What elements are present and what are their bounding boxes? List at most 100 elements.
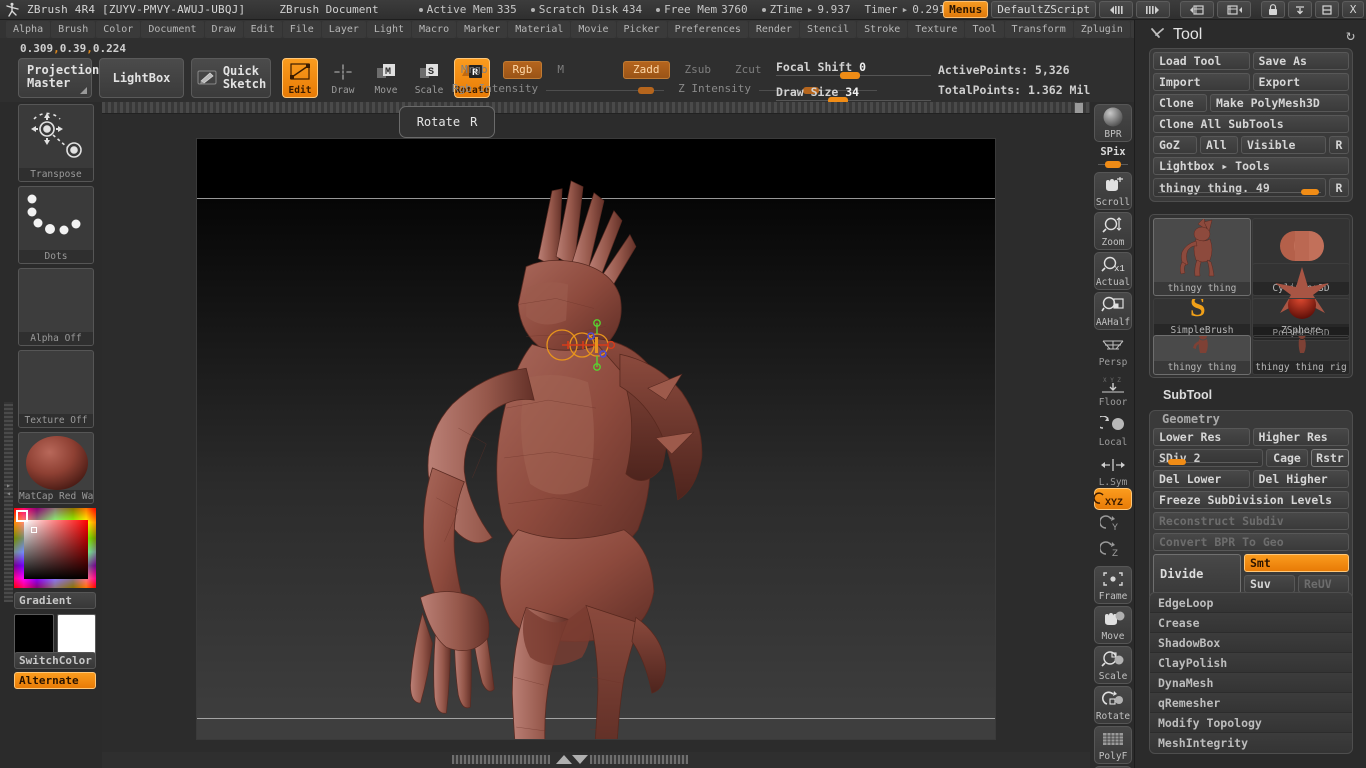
projection-master-expand-icon[interactable] <box>80 87 87 94</box>
smt-button[interactable]: Smt <box>1244 554 1349 572</box>
import-button[interactable]: Import <box>1153 73 1250 91</box>
cage-button[interactable]: Cage <box>1266 449 1308 467</box>
visible-button[interactable]: Visible <box>1241 136 1326 154</box>
section-claypolish[interactable]: ClayPolish <box>1150 653 1352 673</box>
zscript-next-button[interactable] <box>1136 1 1170 18</box>
export-button[interactable]: Export <box>1252 73 1349 91</box>
minimize-button[interactable] <box>1288 1 1312 18</box>
all-button[interactable]: All <box>1200 136 1238 154</box>
rotate-nav-button[interactable]: Rotate <box>1094 686 1132 724</box>
tool-thumb-thingy-thing[interactable]: thingy thing <box>1153 218 1251 296</box>
rgb-intensity-slider[interactable] <box>546 84 665 94</box>
mrgb-toggle[interactable]: Mrgb <box>452 62 497 78</box>
restore-button[interactable] <box>1315 1 1339 18</box>
reconstruct-subdiv-button[interactable]: Reconstruct Subdiv <box>1153 512 1349 530</box>
document-scrollbar[interactable] <box>102 752 1090 768</box>
goz-r-button[interactable]: R <box>1329 136 1349 154</box>
3d-canvas[interactable] <box>196 138 996 740</box>
section-shadowbox[interactable]: ShadowBox <box>1150 633 1352 653</box>
current-tool-slider[interactable]: thingy thing. 49 <box>1153 178 1326 197</box>
goz-button[interactable]: GoZ <box>1153 136 1197 154</box>
material-thumbnail[interactable]: MatCap Red Wa <box>18 432 94 504</box>
subtool-section-title[interactable]: SubTool <box>1163 388 1212 402</box>
menu-material[interactable]: Material <box>508 20 571 38</box>
close-button[interactable]: X <box>1342 1 1364 18</box>
quick-sketch-button[interactable]: Quick Sketch <box>191 58 271 98</box>
higher-res-button[interactable]: Higher Res <box>1252 428 1349 446</box>
lower-res-button[interactable]: Lower Res <box>1153 428 1250 446</box>
zscript-name[interactable]: DefaultZScript <box>991 1 1096 18</box>
scroll-bar-left[interactable] <box>452 755 550 764</box>
color-picker[interactable] <box>14 508 96 588</box>
persp-button[interactable]: Persp <box>1094 332 1132 370</box>
menu-layer[interactable]: Layer <box>321 20 366 38</box>
load-tool-button[interactable]: Load Tool <box>1153 52 1250 70</box>
menu-zplugin[interactable]: Zplugin <box>1073 20 1130 38</box>
section-meshintegrity[interactable]: MeshIntegrity <box>1150 733 1352 753</box>
projection-master-button[interactable]: Projection Master <box>18 58 99 98</box>
edit-mode-button[interactable]: Edit <box>282 58 318 98</box>
lock-icon[interactable] <box>1261 1 1285 18</box>
make-polymesh3d-button[interactable]: Make PolyMesh3D <box>1210 94 1349 112</box>
clone-button[interactable]: Clone <box>1153 94 1207 112</box>
zoom-button[interactable]: Zoom <box>1094 212 1132 250</box>
sdiv-slider[interactable]: SDiv 2 <box>1153 449 1263 467</box>
menu-stroke[interactable]: Stroke <box>857 20 908 38</box>
menu-alpha[interactable]: Alpha <box>6 20 51 38</box>
frame-button[interactable]: Frame <box>1094 566 1132 604</box>
spix-slider[interactable] <box>1098 160 1128 168</box>
suv-button[interactable]: Suv <box>1244 575 1295 593</box>
y-rotate-button[interactable]: Y <box>1094 512 1132 536</box>
transpose-gizmo[interactable] <box>545 319 617 371</box>
gradient-button[interactable]: Gradient <box>14 592 96 609</box>
zscript-load-button[interactable] <box>1180 1 1214 18</box>
freeze-subdivision-button[interactable]: Freeze SubDivision Levels <box>1153 491 1349 509</box>
menu-transform[interactable]: Transform <box>1004 20 1073 38</box>
creature-model[interactable] <box>197 139 995 739</box>
convert-bpr-to-geo-button[interactable]: Convert BPR To Geo <box>1153 533 1349 551</box>
draw-mode-button[interactable]: Draw <box>325 58 361 98</box>
menu-render[interactable]: Render <box>748 20 799 38</box>
menu-brush[interactable]: Brush <box>51 20 96 38</box>
menu-color[interactable]: Color <box>96 20 141 38</box>
move-mode-button[interactable]: M Move <box>368 58 404 98</box>
z-rotate-button[interactable]: Z <box>1094 538 1132 562</box>
menu-texture[interactable]: Texture <box>908 20 965 38</box>
menu-stencil[interactable]: Stencil <box>800 20 857 38</box>
aahalf-button[interactable]: AAHalf <box>1094 292 1132 330</box>
scale-nav-button[interactable]: Scale <box>1094 646 1132 684</box>
scroll-down-arrow[interactable] <box>572 755 588 764</box>
section-edgeloop[interactable]: EdgeLoop <box>1150 593 1352 613</box>
scroll-bar-right[interactable] <box>590 755 688 764</box>
section-crease[interactable]: Crease <box>1150 613 1352 633</box>
scroll-up-arrow[interactable] <box>556 755 572 764</box>
save-as-button[interactable]: Save As <box>1252 52 1349 70</box>
menu-light[interactable]: Light <box>366 20 411 38</box>
tool-thumb-thingy-thing-rig[interactable]: thingy thing rig <box>1252 335 1350 375</box>
zscript-prev-button[interactable] <box>1099 1 1133 18</box>
menu-edit[interactable]: Edit <box>243 20 282 38</box>
menu-document[interactable]: Document <box>141 20 204 38</box>
alternate-button[interactable]: Alternate <box>14 672 96 689</box>
rgb-toggle[interactable]: Rgb <box>502 60 543 79</box>
lightbox-tools-button[interactable]: Lightbox ▸ Tools <box>1153 157 1349 175</box>
section-dynamesh[interactable]: DynaMesh <box>1150 673 1352 693</box>
menu-tool[interactable]: Tool <box>965 20 1004 38</box>
menu-marker[interactable]: Marker <box>457 20 508 38</box>
focal-shift-slider[interactable] <box>776 71 931 79</box>
rstr-button[interactable]: Rstr <box>1311 449 1349 467</box>
local-button[interactable]: Local <box>1094 412 1132 450</box>
xyz-rotate-button[interactable]: XYZ <box>1094 488 1132 510</box>
del-higher-button[interactable]: Del Higher <box>1252 470 1349 488</box>
switchcolor-button[interactable]: SwitchColor <box>14 652 96 669</box>
left-shelf-grip[interactable]: ▸ ◂ <box>4 402 13 602</box>
tool-thumb-zsphere[interactable]: ZSphere <box>1252 298 1350 338</box>
divide-button[interactable]: Divide <box>1153 554 1241 594</box>
alpha-thumbnail[interactable]: Alpha Off <box>18 268 94 346</box>
floor-button[interactable]: X Y Z Floor <box>1094 372 1132 410</box>
current-tool-r-button[interactable]: R <box>1329 178 1349 197</box>
menus-button[interactable]: Menus <box>943 1 989 18</box>
reuv-button[interactable]: ReUV <box>1298 575 1349 593</box>
menu-movie[interactable]: Movie <box>571 20 616 38</box>
polyf-button[interactable]: PolyF <box>1094 726 1132 764</box>
